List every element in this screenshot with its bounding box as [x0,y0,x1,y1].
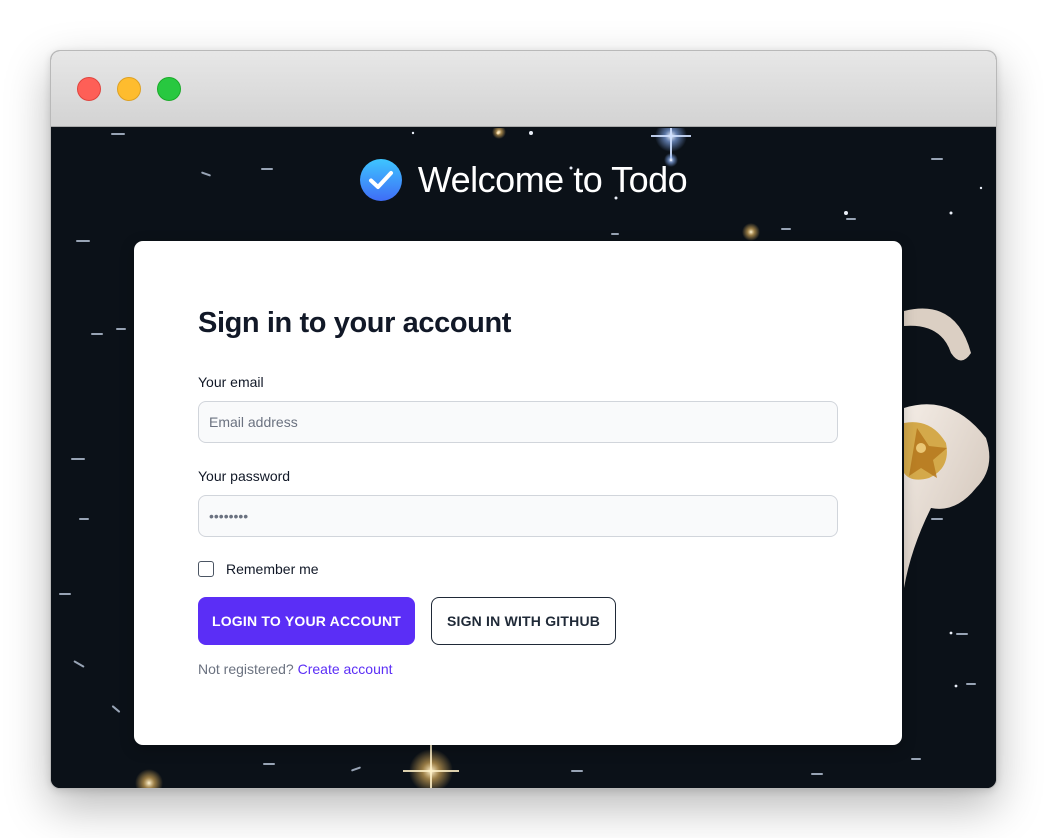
app-title: Welcome to Todo [417,159,688,200]
browser-window: Welcome to Todo Sign in to your account … [50,50,997,789]
password-field[interactable] [198,495,838,537]
remember-me-label: Remember me [226,561,319,577]
app-header: Welcome to Todo [51,159,996,201]
page-content: Welcome to Todo Sign in to your account … [51,128,996,788]
register-prompt-text: Not registered? [198,661,294,677]
form-title: Sign in to your account [198,307,512,339]
login-card: Sign in to your account Your email Your … [134,241,902,745]
password-label: Your password [198,468,291,484]
remember-me-row: Remember me [198,561,319,577]
remember-me-checkbox[interactable] [198,561,214,577]
window-titlebar [51,51,996,127]
minimize-window-button[interactable] [117,77,141,101]
zoom-window-button[interactable] [157,77,181,101]
register-prompt: Not registered? Create account [198,661,393,677]
email-field[interactable] [198,401,838,443]
close-window-button[interactable] [77,77,101,101]
email-label: Your email [198,374,264,390]
check-circle-icon [359,159,402,201]
create-account-link[interactable]: Create account [298,661,393,677]
login-button[interactable]: LOGIN TO YOUR ACCOUNT [198,597,415,645]
github-signin-button[interactable]: SIGN IN WITH GITHUB [431,597,616,645]
